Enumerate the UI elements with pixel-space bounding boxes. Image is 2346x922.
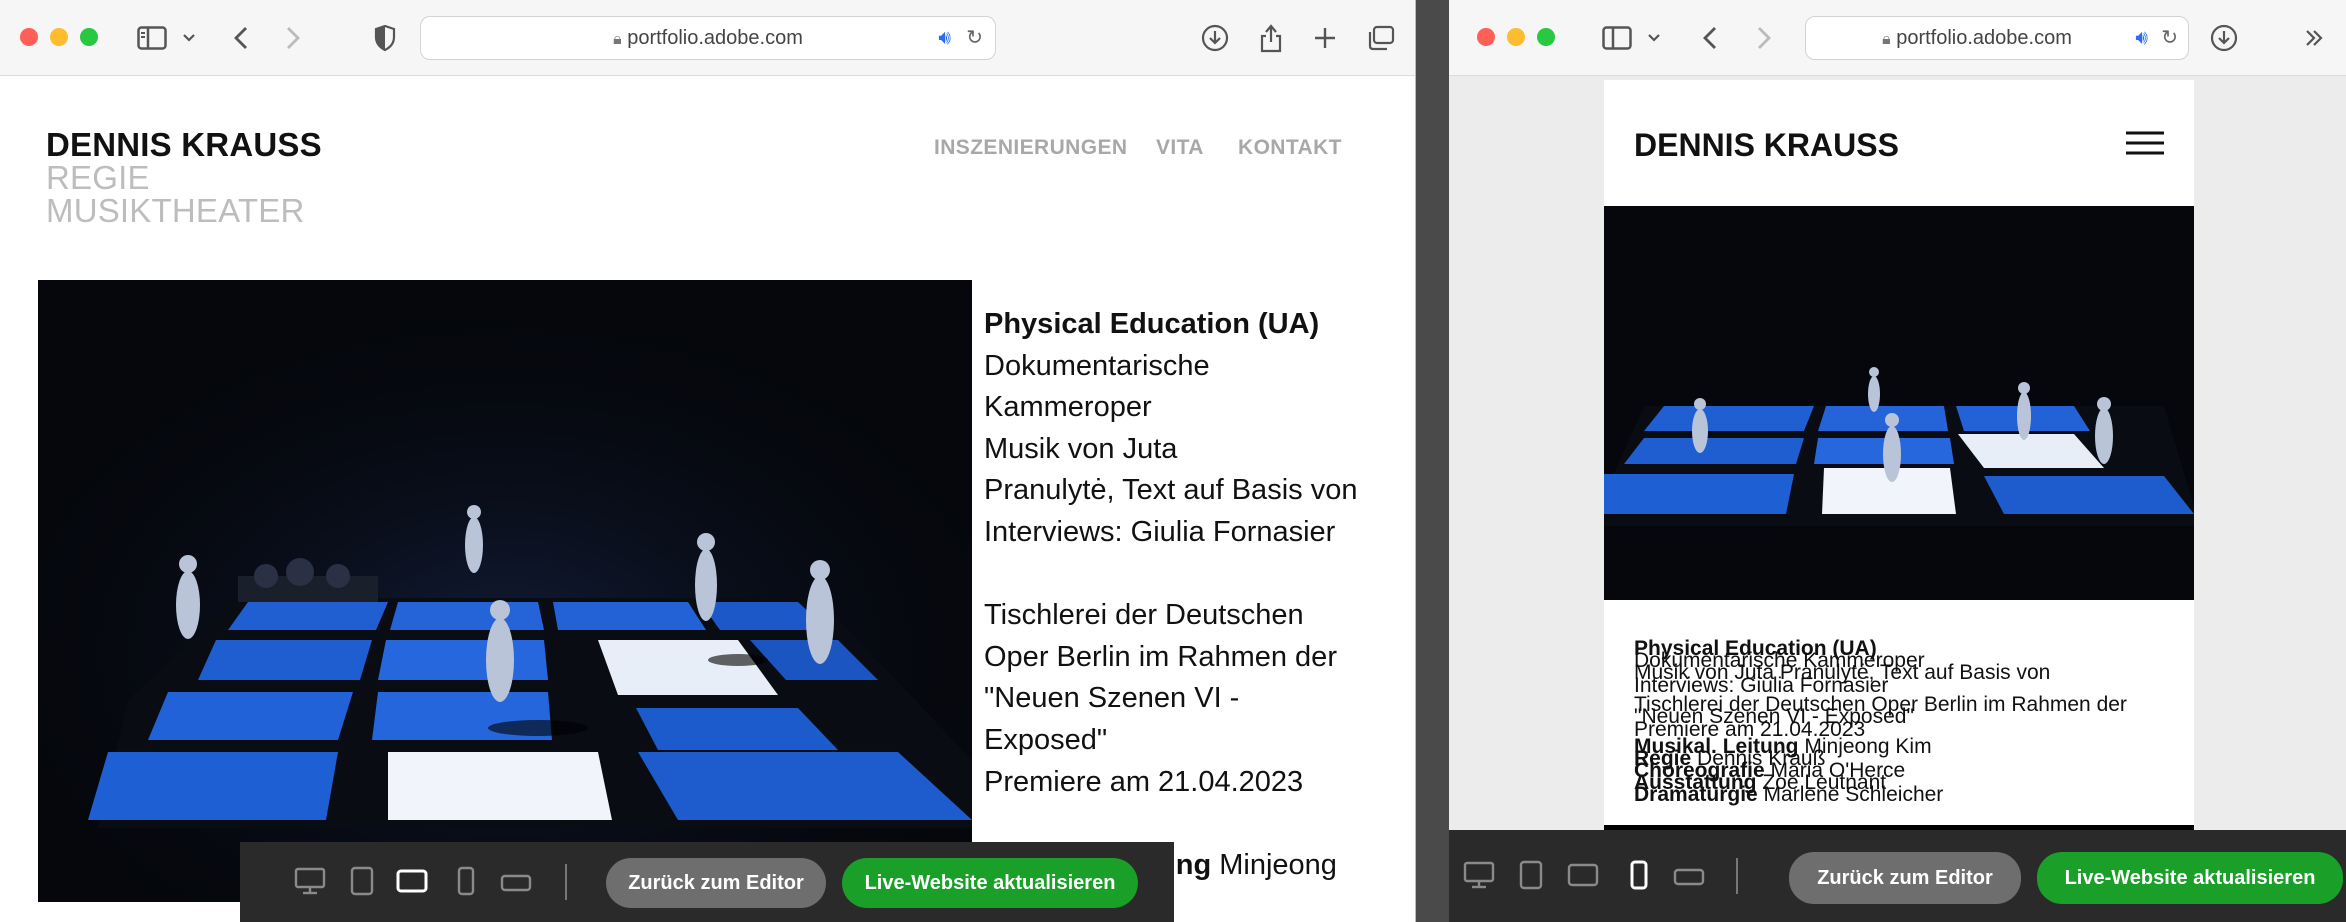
desktop-view-icon[interactable] [1461, 858, 1497, 892]
address-text-wrap: 🔒︎ portfolio.adobe.com [421, 17, 995, 59]
tablet-view-icon[interactable] [1513, 858, 1549, 892]
zoom-window-button[interactable] [1537, 28, 1555, 46]
info-line-5: Interviews: Giulia Fornasier [984, 515, 1336, 548]
back-to-editor-button[interactable]: Zurück zum Editor [1789, 852, 2021, 904]
info-spacer-2 [984, 803, 1404, 845]
address-text-wrap: 🔒︎ portfolio.adobe.com [1806, 17, 2188, 59]
info-line-3: Musik von Juta [984, 432, 1178, 465]
reload-icon[interactable]: ↻ [2161, 25, 2178, 51]
minimize-window-button[interactable] [50, 28, 68, 46]
address-bar[interactable]: 🔒︎ portfolio.adobe.com 🔊︎ ↻ [420, 16, 996, 60]
browser-window-right: 🔒︎ portfolio.adobe.com 🔊︎ ↻ DENNIS KRAUS… [1449, 0, 2346, 922]
sidebar-icon[interactable] [134, 18, 170, 58]
chevron-left-icon[interactable] [1695, 18, 1725, 58]
production-info: Physical Education (UA) Dokumentarische … [984, 304, 1404, 922]
credit-value: Minjeong [1219, 848, 1337, 881]
lock-icon: 🔒︎ [613, 31, 622, 48]
phone-landscape-view-icon[interactable] [498, 866, 534, 900]
lock-icon: 🔒︎ [1882, 31, 1891, 48]
brand-sub-regie: REGIE [46, 159, 150, 196]
info-line-4: Pranulytė, Text auf Basis von [984, 474, 1358, 507]
stage-scene [38, 280, 972, 902]
production-photo [38, 280, 972, 902]
editor-bar: Zurück zum Editor Live-Website aktualisi… [240, 842, 1174, 922]
phone-landscape-view-icon[interactable] [1671, 860, 1707, 894]
desktop-view-icon[interactable] [292, 864, 328, 898]
info-line-8: Oper Berlin im Rahmen der [984, 640, 1337, 673]
divider [1736, 858, 1738, 894]
speaker-icon[interactable]: 🔊︎ [938, 25, 951, 51]
nav-kontakt[interactable]: KONTAKT [1238, 136, 1342, 160]
url-text: portfolio.adobe.com [1896, 27, 2072, 49]
info-line-7: Tischlerei der Deutschen [984, 599, 1304, 632]
nav-inszenierungen[interactable]: INSZENIERUNGEN [934, 136, 1127, 160]
brand-name[interactable]: DENNIS KRAUSS [1634, 127, 1899, 164]
browser-toolbar: 🔒︎ portfolio.adobe.com 🔊︎ ↻ [0, 0, 1415, 76]
chevron-right-icon[interactable] [278, 18, 308, 58]
more-tools-icon[interactable] [2299, 18, 2329, 58]
brand-sub-musiktheater: MUSIKTHEATER [46, 192, 305, 229]
share-icon[interactable] [1254, 18, 1288, 58]
download-icon[interactable] [2207, 18, 2241, 58]
browser-window-left: 🔒︎ portfolio.adobe.com 🔊︎ ↻ DENNIS KRAUS… [0, 0, 1416, 922]
plus-icon[interactable] [1308, 18, 1342, 58]
update-live-site-button[interactable]: Live-Website aktualisieren [842, 858, 1138, 908]
address-bar[interactable]: 🔒︎ portfolio.adobe.com 🔊︎ ↻ [1805, 16, 2189, 60]
info-line-9: "Neuen Szenen VI - [984, 682, 1240, 715]
info-line-11: Premiere am 21.04.2023 [984, 765, 1304, 798]
chevron-right-icon[interactable] [1749, 18, 1779, 58]
browser-toolbar-right: 🔒︎ portfolio.adobe.com 🔊︎ ↻ [1449, 0, 2346, 76]
window-gap [1416, 0, 1449, 922]
phone-view-icon[interactable] [448, 864, 484, 898]
chevron-down-icon[interactable] [1643, 18, 1665, 58]
stage-scene [1604, 206, 2194, 600]
info-line-2: Kammeroper [984, 391, 1152, 424]
nav-vita[interactable]: VITA [1156, 136, 1204, 160]
sidebar-icon[interactable] [1599, 18, 1635, 58]
tablet-view-icon[interactable] [344, 864, 380, 898]
shield-icon[interactable] [370, 18, 400, 58]
editor-bar: Zurück zum Editor Live-Website aktualisi… [1449, 830, 2346, 922]
divider [565, 864, 567, 900]
minimize-window-button[interactable] [1507, 28, 1525, 46]
production-title: Physical Education (UA) [984, 308, 1320, 340]
zoom-window-button[interactable] [80, 28, 98, 46]
chevron-left-icon[interactable] [226, 18, 256, 58]
close-window-button[interactable] [1477, 28, 1495, 46]
mobile-preview: DENNIS KRAUSS Physical Education (UA) Do… [1604, 80, 2194, 830]
credit-label: Dramaturgie [1634, 783, 1758, 806]
credit-5: Dramaturgie Marlene Schleicher [1634, 784, 1943, 806]
hamburger-menu-icon[interactable] [2126, 130, 2164, 158]
update-live-site-button[interactable]: Live-Website aktualisieren [2037, 852, 2343, 904]
info-line-10: Exposed" [984, 723, 1108, 756]
speaker-icon[interactable]: 🔊︎ [2135, 25, 2148, 51]
tabs-overview-icon[interactable] [1364, 18, 1398, 58]
phone-view-icon[interactable] [1621, 858, 1657, 892]
tablet-landscape-view-icon[interactable] [1565, 858, 1601, 892]
chevron-down-icon[interactable] [178, 18, 200, 58]
back-to-editor-button[interactable]: Zurück zum Editor [606, 858, 826, 908]
url-text: portfolio.adobe.com [627, 27, 803, 49]
production-photo [1604, 206, 2194, 600]
info-line-1: Dokumentarische [984, 349, 1210, 382]
reload-icon[interactable]: ↻ [966, 25, 983, 51]
close-window-button[interactable] [20, 28, 38, 46]
download-icon[interactable] [1198, 18, 1232, 58]
tablet-landscape-view-icon[interactable] [394, 864, 430, 898]
credit-value: Marlene Schleicher [1763, 783, 1944, 806]
brand-name[interactable]: DENNIS KRAUSS [46, 128, 322, 161]
